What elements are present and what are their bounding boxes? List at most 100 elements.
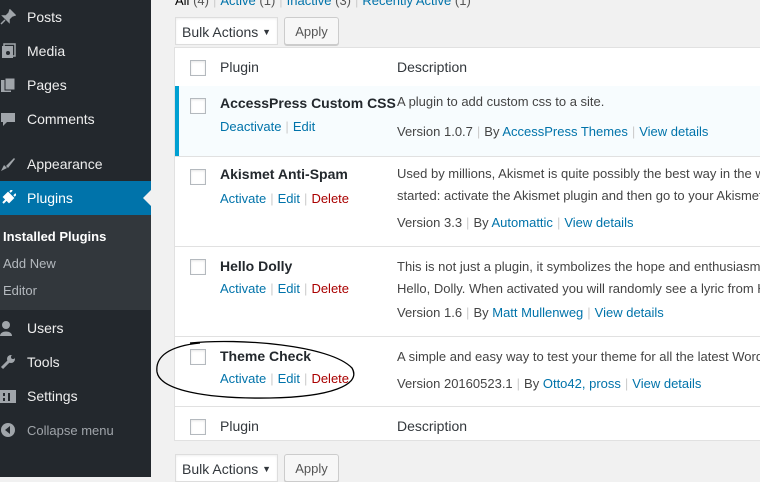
submenu-add-new[interactable]: Add New xyxy=(3,256,56,271)
filter-active[interactable]: Active (1) xyxy=(220,0,275,8)
sidebar-item-label: Pages xyxy=(27,77,67,93)
filter-recent-label: Recently Active xyxy=(362,0,452,8)
filter-recent-count: (1) xyxy=(454,0,471,8)
plugin-version: Version 1.6 xyxy=(397,305,463,320)
plugin-meta: Version 3.3 | By Automattic | View details xyxy=(397,215,633,230)
chevron-down-icon: ▼ xyxy=(262,464,271,474)
view-details-link[interactable]: View details xyxy=(632,376,701,391)
by-label: By xyxy=(473,305,489,320)
separator: | xyxy=(466,215,470,230)
view-details-link[interactable]: View details xyxy=(639,124,708,139)
description-line: A simple and easy way to test your theme… xyxy=(397,349,760,364)
plugin-meta: Version 20160523.1 | By Otto42, pross | View… xyxy=(397,376,701,391)
bulk-actions-value: Bulk Actions xyxy=(182,461,259,477)
activate-link[interactable]: Activate xyxy=(220,281,266,296)
sidebar-item-media[interactable]: Media xyxy=(0,34,151,68)
filter-active-count: (1) xyxy=(259,0,276,8)
row-checkbox[interactable] xyxy=(190,349,206,365)
pin-icon xyxy=(0,7,20,27)
apply-button-bottom[interactable]: Apply xyxy=(284,454,339,482)
edit-link[interactable]: Edit xyxy=(278,281,300,296)
chevron-down-icon: ▼ xyxy=(262,27,271,37)
row-checkbox[interactable] xyxy=(190,259,206,275)
sidebar-item-label: Comments xyxy=(27,111,95,127)
plugin-name: AccessPress Custom CSS xyxy=(220,95,396,111)
activate-link[interactable]: Activate xyxy=(220,191,266,206)
by-label: By xyxy=(484,124,500,139)
bulk-actions-select-top[interactable]: Bulk Actions ▼ xyxy=(175,17,278,45)
users-icon xyxy=(0,318,20,338)
table-header: Plugin Description xyxy=(175,48,760,87)
separator: | xyxy=(304,191,308,206)
filter-all-label: All xyxy=(175,0,190,8)
sidebar-item-tools[interactable]: Tools xyxy=(0,345,151,379)
row-actions: Activate | Edit | Delete xyxy=(220,371,349,386)
row-checkbox[interactable] xyxy=(190,98,206,114)
pages-icon xyxy=(0,75,20,95)
filter-active-label: Active xyxy=(220,0,256,8)
bulk-actions-select-bottom[interactable]: Bulk Actions ▼ xyxy=(175,454,278,482)
column-plugin-footer: Plugin xyxy=(220,418,259,434)
separator: | xyxy=(212,0,217,8)
description-line: Hello, Dolly. When activated you will ra… xyxy=(397,281,760,296)
delete-link[interactable]: Delete xyxy=(311,371,349,386)
edit-link[interactable]: Edit xyxy=(278,371,300,386)
sidebar-item-settings[interactable]: Settings xyxy=(0,379,151,413)
sidebar-item-label: Media xyxy=(27,43,66,59)
separator: | xyxy=(476,124,481,139)
sidebar-item-appearance[interactable]: Appearance xyxy=(0,147,151,181)
collapse-menu-label: Collapse menu xyxy=(27,422,114,438)
filter-inactive[interactable]: Inactive (3) xyxy=(287,0,351,8)
author-link[interactable]: AccessPress Themes xyxy=(502,124,627,139)
delete-link[interactable]: Delete xyxy=(311,281,349,296)
separator: | xyxy=(279,0,283,8)
description-line: This is not just a plugin, it symbolizes… xyxy=(397,259,760,274)
separator: | xyxy=(587,305,591,320)
column-description-header: Description xyxy=(397,59,468,75)
sidebar-item-users[interactable]: Users xyxy=(0,311,151,345)
filter-all[interactable]: All (4) xyxy=(175,0,209,8)
plugin-name: Akismet Anti-Spam xyxy=(220,166,348,182)
settings-icon xyxy=(0,386,20,406)
view-details-link[interactable]: View details xyxy=(595,305,664,320)
sidebar-item-plugins[interactable]: Plugins xyxy=(0,181,151,215)
edit-link[interactable]: Edit xyxy=(293,119,315,134)
select-all-checkbox-top[interactable] xyxy=(190,60,206,76)
filter-recently-active[interactable]: Recently Active (1) xyxy=(362,0,470,8)
plugins-submenu: Installed Plugins Add New Editor xyxy=(0,215,151,310)
submenu-editor[interactable]: Editor xyxy=(3,283,37,298)
submenu-installed-plugins[interactable]: Installed Plugins xyxy=(3,229,106,244)
deactivate-link[interactable]: Deactivate xyxy=(220,119,281,134)
filter-inactive-label: Inactive xyxy=(286,0,332,8)
filter-all-count: (4) xyxy=(193,0,209,8)
author-link[interactable]: Automattic xyxy=(492,215,553,230)
admin-sidebar: Posts Media Pages Comments Appearance Pl… xyxy=(0,0,151,477)
table-row: Akismet Anti-Spam Activate | Edit | Delete U… xyxy=(175,156,760,247)
delete-link[interactable]: Delete xyxy=(311,191,349,206)
collapse-icon xyxy=(0,420,20,440)
row-actions: Activate | Edit | Delete xyxy=(220,191,349,206)
select-all-checkbox-bottom[interactable] xyxy=(190,419,206,435)
author-link[interactable]: Otto42, pross xyxy=(543,376,621,391)
plugin-description: Used by millions, Akismet is quite possi… xyxy=(397,163,760,207)
sidebar-item-comments[interactable]: Comments xyxy=(0,102,151,136)
plugin-name: Theme Check xyxy=(220,348,312,364)
separator: | xyxy=(556,215,561,230)
author-link[interactable]: Matt Mullenweg xyxy=(492,305,583,320)
view-details-link[interactable]: View details xyxy=(564,215,633,230)
sidebar-item-label: Appearance xyxy=(27,156,103,172)
table-row: Theme Check Activate | Edit | Delete A simpl… xyxy=(175,336,760,407)
plugin-meta: Version 1.6 | By Matt Mullenweg | View detai… xyxy=(397,305,664,320)
apply-button-top[interactable]: Apply xyxy=(284,17,339,45)
collapse-menu-button[interactable]: Collapse menu xyxy=(0,413,151,447)
activate-link[interactable]: Activate xyxy=(220,371,266,386)
row-checkbox[interactable] xyxy=(190,169,206,185)
filter-inactive-count: (3) xyxy=(335,0,351,8)
row-actions: Deactivate | Edit xyxy=(220,119,315,134)
plugin-description: A simple and easy way to test your theme… xyxy=(397,346,760,368)
edit-link[interactable]: Edit xyxy=(278,191,300,206)
separator: | xyxy=(466,305,470,320)
appearance-icon xyxy=(0,154,20,174)
sidebar-item-pages[interactable]: Pages xyxy=(0,68,151,102)
sidebar-item-posts[interactable]: Posts xyxy=(0,0,151,34)
